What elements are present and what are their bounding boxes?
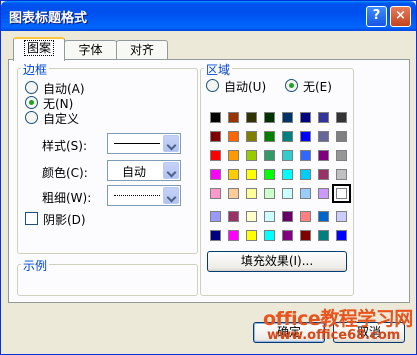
weight-dropdown[interactable] <box>107 185 181 206</box>
border-group: 边框 自动(A) 无(N) 自定义 样式(S): 颜色(C): 自动 粗细(W)… <box>17 61 198 254</box>
color-swatch[interactable] <box>282 169 293 180</box>
color-value: 自动 <box>122 165 147 179</box>
area-auto-label: 自动(U) <box>224 80 267 94</box>
color-swatch[interactable] <box>228 150 239 161</box>
chevron-down-icon[interactable] <box>163 162 179 179</box>
color-swatch[interactable] <box>282 230 293 241</box>
color-swatch[interactable] <box>246 131 257 142</box>
color-swatch[interactable] <box>318 131 329 142</box>
shadow-checkbox[interactable] <box>25 212 38 225</box>
chevron-down-icon[interactable] <box>163 135 179 152</box>
color-swatch[interactable] <box>264 169 275 180</box>
border-none-radio[interactable] <box>25 96 38 109</box>
color-swatch[interactable] <box>318 188 329 199</box>
color-swatch[interactable] <box>228 131 239 142</box>
dotted-line-preview <box>114 195 160 196</box>
sample-legend: 示例 <box>21 257 50 274</box>
color-swatch[interactable] <box>264 150 275 161</box>
color-swatch[interactable] <box>210 169 221 180</box>
border-auto-radio[interactable] <box>25 81 38 94</box>
color-swatch[interactable] <box>318 150 329 161</box>
sample-group: 示例 <box>17 257 198 296</box>
color-swatch[interactable] <box>336 131 347 142</box>
color-swatch[interactable] <box>264 188 275 199</box>
color-swatch[interactable] <box>300 131 311 142</box>
area-none-label: 无(E) <box>303 80 332 94</box>
border-legend: 边框 <box>21 61 50 78</box>
close-button[interactable]: × <box>390 6 411 27</box>
color-swatch[interactable] <box>228 112 239 123</box>
area-legend: 区域 <box>204 61 233 78</box>
color-swatch[interactable] <box>336 150 347 161</box>
color-swatch[interactable] <box>228 169 239 180</box>
color-swatch[interactable] <box>264 230 275 241</box>
help-button[interactable]: ? <box>366 6 387 27</box>
watermark-title: office教程学习网 <box>263 308 413 330</box>
area-auto-radio[interactable] <box>206 79 219 92</box>
color-swatch[interactable] <box>210 211 221 222</box>
color-swatch[interactable] <box>282 211 293 222</box>
tab-panel: 边框 自动(A) 无(N) 自定义 样式(S): 颜色(C): 自动 粗细(W)… <box>8 59 410 303</box>
style-label: 样式(S): <box>42 139 88 153</box>
color-swatch[interactable] <box>210 230 221 241</box>
color-swatch[interactable] <box>264 112 275 123</box>
color-swatch[interactable] <box>336 169 347 180</box>
tab-font[interactable]: 字体 <box>64 40 117 60</box>
color-swatch[interactable] <box>264 131 275 142</box>
color-swatch[interactable] <box>282 112 293 123</box>
color-swatch[interactable] <box>318 230 329 241</box>
tab-font-label: 字体 <box>78 43 103 57</box>
color-swatch[interactable] <box>228 188 239 199</box>
color-swatch[interactable] <box>264 211 275 222</box>
color-swatch[interactable] <box>282 150 293 161</box>
color-swatch[interactable] <box>336 230 347 241</box>
tab-alignment[interactable]: 对齐 <box>116 40 168 60</box>
color-swatch[interactable] <box>318 211 329 222</box>
border-custom-label: 自定义 <box>43 112 80 126</box>
color-swatch[interactable] <box>246 211 257 222</box>
tab-patterns-label: 图案 <box>23 40 54 56</box>
color-swatch[interactable] <box>228 230 239 241</box>
color-swatch[interactable] <box>300 188 311 199</box>
style-dropdown[interactable] <box>107 133 181 154</box>
color-swatch[interactable] <box>300 169 311 180</box>
color-swatch[interactable] <box>318 169 329 180</box>
shadow-label: 阴影(D) <box>43 213 86 227</box>
color-swatch[interactable] <box>246 230 257 241</box>
color-swatch[interactable] <box>246 150 257 161</box>
color-swatch[interactable] <box>228 211 239 222</box>
format-chart-title-dialog: 图表标题格式 ? × 图案 字体 对齐 边框 自动(A) 无(N) 自定义 样式… <box>0 0 417 355</box>
color-swatch[interactable] <box>336 211 347 222</box>
solid-line-preview <box>114 143 160 144</box>
color-swatch[interactable] <box>336 112 347 123</box>
dialog-title: 图表标题格式 <box>9 11 88 26</box>
border-custom-radio[interactable] <box>25 111 38 124</box>
color-swatch[interactable] <box>282 131 293 142</box>
color-swatch[interactable] <box>246 169 257 180</box>
color-swatch[interactable] <box>210 131 221 142</box>
color-swatch[interactable] <box>246 112 257 123</box>
color-label: 颜色(C): <box>42 166 88 180</box>
color-swatch[interactable] <box>300 112 311 123</box>
title-bar[interactable]: 图表标题格式 ? × <box>1 1 416 31</box>
color-swatch[interactable] <box>300 230 311 241</box>
color-swatch[interactable] <box>210 150 221 161</box>
area-group: 区域 自动(U) 无(E) 填充效果(I)... <box>200 61 354 296</box>
color-swatch[interactable] <box>300 150 311 161</box>
color-swatch[interactable] <box>332 184 351 203</box>
chevron-down-icon[interactable] <box>163 187 179 204</box>
color-swatch[interactable] <box>282 188 293 199</box>
color-swatch[interactable] <box>318 112 329 123</box>
color-swatch[interactable] <box>246 188 257 199</box>
fill-effects-button[interactable]: 填充效果(I)... <box>207 251 347 272</box>
color-swatch[interactable] <box>210 112 221 123</box>
color-swatch[interactable] <box>300 211 311 222</box>
tab-alignment-label: 对齐 <box>129 43 154 57</box>
color-dropdown[interactable]: 自动 <box>107 160 181 181</box>
tab-patterns[interactable]: 图案 <box>13 37 65 61</box>
area-none-radio[interactable] <box>285 79 298 92</box>
watermark-url: www.office68.com <box>267 328 401 343</box>
color-swatch[interactable] <box>210 188 221 199</box>
weight-label: 粗细(W): <box>42 191 92 205</box>
